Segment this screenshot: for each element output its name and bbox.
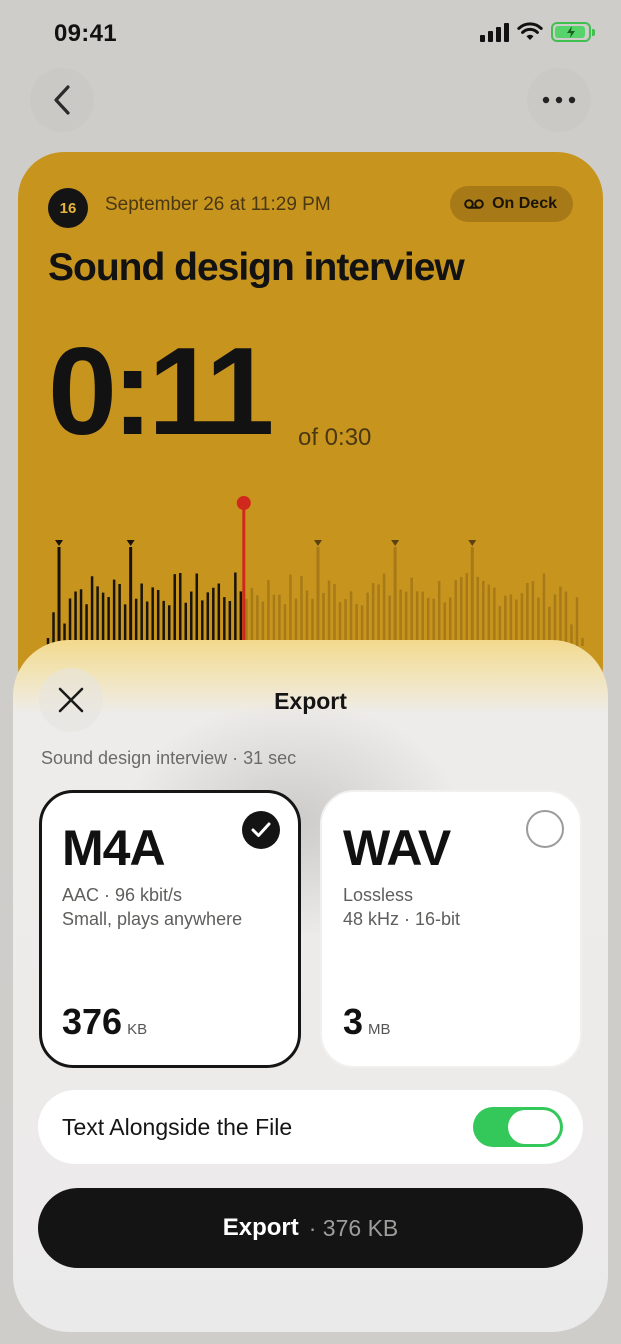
- total-duration: of 0:30: [298, 424, 372, 451]
- cellular-signal-icon: [480, 22, 509, 42]
- bookmark-marker: [55, 540, 64, 546]
- elapsed-time: 0:11: [48, 323, 274, 461]
- format-name: M4A: [62, 820, 166, 876]
- format-size-unit: KB: [127, 1021, 148, 1038]
- more-button[interactable]: [527, 68, 591, 132]
- playhead-handle: [236, 496, 251, 510]
- format-detail: Small, plays anywhere: [62, 909, 243, 929]
- memo-date: September 26 at 11:29 PM: [105, 194, 331, 215]
- export-button[interactable]: Export · 376 KB: [38, 1188, 583, 1268]
- status-time: 09:41: [54, 20, 117, 47]
- memo-card: 16 September 26 at 11:29 PM On Deck Soun…: [18, 152, 603, 712]
- export-button-size: · 376 KB: [308, 1214, 399, 1241]
- text-alongside-row: Text Alongside the File: [38, 1090, 583, 1164]
- format-size-value: 376: [62, 1001, 123, 1042]
- sheet-subtitle: Sound design interview · 31 sec: [41, 748, 297, 768]
- export-button-label: Export: [222, 1214, 299, 1241]
- toggle-knob: [508, 1110, 560, 1144]
- status-bar: 09:41: [0, 0, 621, 70]
- bookmark-marker: [314, 540, 322, 546]
- day-badge: 16: [48, 188, 88, 228]
- bookmark-marker: [126, 540, 135, 546]
- checkmark-icon: [251, 822, 271, 837]
- format-detail: Lossless: [343, 885, 414, 905]
- on-deck-label: On Deck: [492, 195, 557, 212]
- format-size: 376 KB: [62, 1001, 147, 1043]
- bookmark-marker: [391, 540, 400, 546]
- memo-title: Sound design interview: [48, 246, 465, 289]
- back-button[interactable]: [30, 68, 94, 132]
- format-name: WAV: [343, 820, 451, 876]
- radio-button[interactable]: [526, 810, 564, 848]
- sheet-title: Export: [274, 688, 347, 714]
- voicemail-icon: [464, 199, 484, 209]
- ellipsis-icon: [542, 96, 576, 104]
- format-option-wav[interactable]: WAV Lossless 48 kHz · 16-bit 3 MB: [320, 790, 582, 1068]
- toggle-label: Text Alongside the File: [62, 1114, 293, 1140]
- format-detail: AAC · 96 kbit/s: [62, 885, 183, 905]
- format-size-value: 3: [343, 1001, 364, 1042]
- export-sheet: Export Sound design interview · 31 sec M…: [13, 640, 608, 1332]
- text-alongside-toggle[interactable]: [473, 1107, 563, 1147]
- wifi-icon: [517, 22, 543, 40]
- bookmark-marker: [468, 540, 477, 546]
- chevron-left-icon: [54, 85, 70, 115]
- status-icons: [480, 22, 595, 42]
- on-deck-badge[interactable]: On Deck: [450, 186, 573, 222]
- format-detail: 48 kHz · 16-bit: [343, 909, 461, 929]
- format-option-m4a[interactable]: M4A AAC · 96 kbit/s Small, plays anywher…: [39, 790, 301, 1068]
- selected-indicator: [242, 811, 280, 849]
- format-size: 3 MB: [343, 1001, 391, 1043]
- format-size-unit: MB: [368, 1021, 391, 1038]
- battery-icon: [551, 22, 595, 42]
